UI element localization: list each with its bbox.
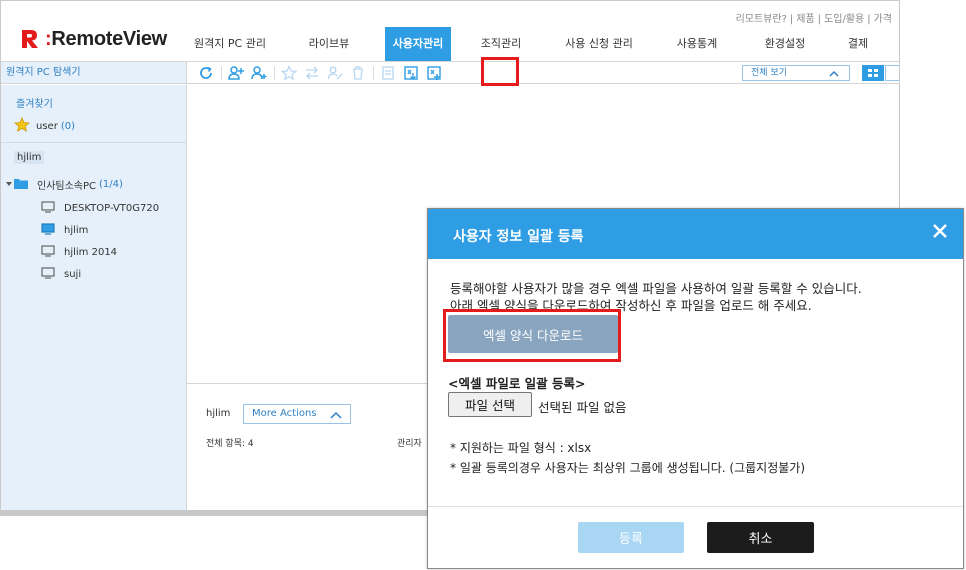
file-select-button[interactable]: 파일 선택 (448, 392, 532, 417)
tree-pc-item[interactable]: DESKTOP-VT0G720 (41, 201, 159, 216)
tree-pc-label: suji (64, 269, 82, 280)
nav-payment[interactable]: 결제 (823, 27, 893, 61)
more-actions-label: More Actions (252, 408, 317, 419)
view-select[interactable]: 전체 보기 (742, 65, 850, 81)
toolbar (187, 62, 446, 83)
main-nav: 원격지 PC 관리 라이브뷰 사용자관리 조직관리 사용 신청 관리 사용통계 … (187, 27, 893, 61)
logo-r-icon (19, 28, 41, 50)
sidebar-group-label[interactable]: hjlim (14, 151, 45, 164)
pc-offline-icon (41, 201, 55, 216)
tree-pc-label: DESKTOP-VT0G720 (64, 203, 160, 214)
tree-pc-item[interactable]: hjlim 2014 (41, 245, 117, 260)
tree-pc-label: hjlim (64, 225, 89, 236)
dialog-footer-divider (428, 506, 963, 507)
supported-format-note: * 지원하는 파일 형식 : xlsx (450, 441, 592, 455)
tree-folder-count: (1/4) (99, 179, 123, 190)
add-users-icon[interactable] (225, 64, 247, 82)
favorite-user-label: user (36, 120, 58, 132)
view-select-value: 전체 보기 (751, 68, 787, 78)
nav-liveview[interactable]: 라이브뷰 (273, 27, 385, 61)
list-view-icon[interactable] (885, 65, 899, 81)
upload-section-title: <엑셀 파일로 일괄 등록> (448, 376, 586, 391)
excel-export-icon[interactable] (400, 64, 422, 82)
toplink-usage[interactable]: 도입/활용 (824, 14, 864, 25)
star-icon (14, 117, 30, 135)
toolbar-separator (274, 65, 275, 80)
toolbar-separator (373, 65, 374, 80)
cancel-button[interactable]: 취소 (707, 522, 814, 553)
nav-org-management[interactable]: 조직관리 (451, 27, 551, 61)
toolbar-row: 원격지 PC 탐색기 전체 보기 (1, 61, 899, 84)
refresh-icon[interactable] (195, 64, 217, 82)
top-links: 리모트뷰란? | 제품 | 도입/활용 | 가격 (735, 14, 892, 25)
folder-icon (14, 178, 28, 192)
tree-folder-label: 인사팀소속PC (37, 181, 97, 192)
bulk-register-dialog: 사용자 정보 일괄 등록 등록해야할 사용자가 많을 경우 엑셀 파일을 사용하… (427, 208, 964, 569)
file-selected-status: 선택된 파일 없음 (538, 400, 627, 415)
logo[interactable]: :RemoteView (19, 25, 179, 53)
toolbar-highlight-box (481, 57, 519, 86)
tree-pc-item[interactable]: suji (41, 267, 81, 282)
sidebar: 즐겨찾기 user (0) hjlim 인사팀소속PC (1/4) DESKTO… (1, 85, 187, 511)
register-button[interactable]: 등록 (578, 522, 684, 553)
star-icon[interactable] (278, 64, 300, 82)
pc-offline-icon (41, 267, 55, 282)
sidebar-title: 원격지 PC 탐색기 (1, 62, 187, 83)
more-actions-button[interactable]: More Actions (243, 404, 351, 424)
document-icon[interactable] (377, 64, 399, 82)
admin-label: 관리자 (397, 439, 422, 449)
bulk-register-group-note: * 일괄 등록의경우 사용자는 최상위 그룹에 생성됩니다. (그룹지정불가) (450, 461, 806, 475)
tree-folder-item[interactable]: 인사팀소속PC (1/4) (6, 177, 123, 192)
chevron-up-icon (829, 69, 839, 83)
excel-bulk-register-icon[interactable] (423, 64, 445, 82)
chevron-up-icon (330, 409, 342, 427)
user-edit-icon[interactable] (324, 64, 346, 82)
nav-remote-pc[interactable]: 원격지 PC 관리 (187, 27, 273, 61)
nav-statistics[interactable]: 사용통계 (647, 27, 747, 61)
toplink-products[interactable]: 제품 (796, 14, 814, 25)
grid-view-icon[interactable] (862, 65, 884, 81)
toplink-price[interactable]: 가격 (874, 14, 892, 25)
dialog-title: 사용자 정보 일괄 등록 (453, 229, 584, 245)
tree-pc-label: hjlim 2014 (64, 247, 118, 258)
total-items-label: 전체 항목: 4 (206, 439, 254, 449)
tree-pc-item[interactable]: hjlim (41, 223, 88, 238)
dialog-header: 사용자 정보 일괄 등록 (428, 209, 963, 259)
nav-user-management[interactable]: 사용자관리 (385, 27, 451, 61)
detail-user-name: hjlim (206, 408, 231, 419)
logo-text: :RemoteView (45, 27, 167, 50)
download-highlight-box (443, 309, 621, 362)
pc-offline-icon (41, 245, 55, 260)
favorite-user-item[interactable]: user (0) (14, 117, 75, 135)
nav-request-management[interactable]: 사용 신청 관리 (551, 27, 647, 61)
favorite-user-count: (0) (60, 120, 75, 132)
close-icon[interactable] (931, 222, 949, 240)
sidebar-divider (1, 142, 187, 143)
favorites-title: 즐겨찾기 (16, 99, 53, 110)
toplink-about[interactable]: 리모트뷰란? (736, 14, 787, 25)
delete-icon[interactable] (347, 64, 369, 82)
pc-online-icon (41, 223, 55, 238)
move-arrows-icon[interactable] (301, 64, 323, 82)
caret-down-icon (6, 179, 12, 190)
nav-settings[interactable]: 환경설정 (747, 27, 823, 61)
add-user-icon[interactable] (248, 64, 270, 82)
toolbar-separator (221, 65, 222, 80)
